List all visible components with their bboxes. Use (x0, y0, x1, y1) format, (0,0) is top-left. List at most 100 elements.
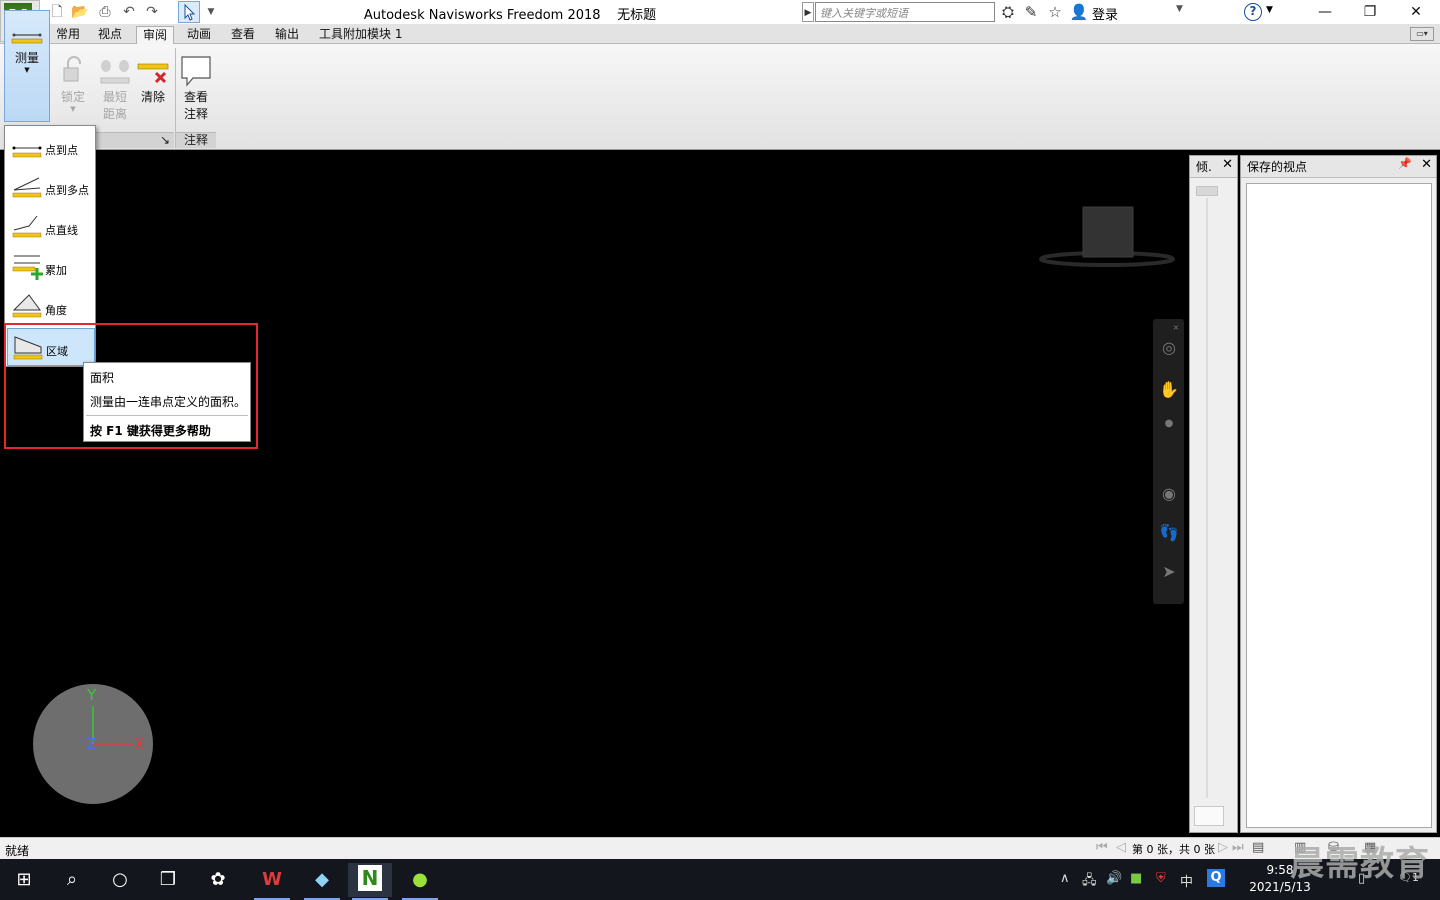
security-shield-icon[interactable]: ⛨ (1156, 871, 1166, 886)
tilt-slider-track[interactable] (1206, 198, 1208, 798)
viewpoints-list[interactable] (1246, 183, 1432, 828)
wps-office-icon[interactable]: W (250, 863, 294, 900)
undo-icon[interactable]: ↶ (120, 3, 138, 21)
walk-footprints-icon[interactable]: 👣 (1158, 522, 1180, 544)
lock-dropdown-icon: ▼ (70, 105, 76, 113)
new-file-icon[interactable]: 🗋 (48, 3, 66, 21)
print-icon[interactable]: ⎙ (96, 3, 114, 21)
menu-item-point-line[interactable]: 点直线 (7, 208, 95, 246)
orbit-icon[interactable]: ◉ (1158, 483, 1180, 505)
help-button[interactable]: ? (1244, 3, 1262, 21)
pan-hand-icon[interactable]: ✋ (1158, 379, 1180, 401)
next-sheet-icon[interactable]: ▷ (1218, 840, 1228, 855)
menu-item-accumulate[interactable]: 累加 (7, 248, 95, 286)
view-comments-button[interactable]: 查看 注释 (177, 54, 215, 122)
help-dropdown-icon[interactable]: ▼ (1266, 5, 1273, 15)
lock-button[interactable]: 锁定 ▼ (54, 54, 92, 113)
ribbon-tab-bar: 常用 视点 审阅 动画 查看 输出 工具附加模块 1 ▭▾ (0, 24, 1440, 44)
ribbon-minimize-icon[interactable]: ▭▾ (1410, 27, 1434, 41)
restore-icon[interactable]: ❐ (1347, 0, 1393, 24)
sheet-browser-icon[interactable]: ▤ (1252, 840, 1264, 855)
tilt-value-box[interactable] (1194, 806, 1224, 826)
3d-viewport[interactable] (3, 155, 1187, 833)
windows-start-icon[interactable]: ⊞ (2, 863, 46, 897)
last-sheet-icon[interactable]: ⏭ (1232, 840, 1244, 855)
redo-icon[interactable]: ↷ (143, 3, 161, 21)
clear-button[interactable]: 清除 (136, 54, 170, 105)
cortana-icon[interactable]: ○ (98, 863, 142, 897)
first-sheet-icon[interactable]: ⏮ (1096, 840, 1108, 855)
volume-icon[interactable]: 🔊 (1106, 871, 1122, 886)
favorites-star-icon[interactable]: ☆ (1045, 3, 1065, 21)
title-bar: 🗋 📂 ⎙ ↶ ↷ ▼ Autodesk Navisworks Freedom … (0, 0, 1440, 24)
nvidia-icon[interactable]: ■ (1130, 871, 1142, 886)
shortest-distance-icon (100, 60, 130, 84)
green-app-icon[interactable]: ● (398, 863, 442, 900)
watermark-text: 晨需教育 (1290, 844, 1430, 884)
menu-item-point-to-point[interactable]: 点到点 (7, 128, 95, 166)
navisworks-taskbar-icon[interactable]: N (348, 863, 392, 900)
ribbon-panel (0, 44, 1440, 150)
tilt-slider-thumb[interactable] (1196, 186, 1218, 196)
open-file-icon[interactable]: 📂 (71, 3, 89, 21)
viewcube-icon[interactable] (1039, 203, 1175, 273)
qq-browser-icon[interactable]: Q (1207, 869, 1225, 887)
sheet-count: 第 0 张，共 0 张 (1132, 843, 1215, 856)
taskbar-search-icon[interactable]: ⌕ (50, 863, 94, 897)
annotation-panel-label: 注释 (176, 132, 216, 148)
comment-bubble-icon (181, 56, 211, 87)
tab-viewpoint[interactable]: 视点 (92, 26, 128, 44)
tilt-pane-close-icon[interactable]: ✕ (1222, 157, 1233, 172)
communication-icon[interactable]: ✎ (1021, 3, 1041, 21)
point-to-point-label: 点到点 (45, 144, 78, 157)
tab-addins[interactable]: 工具附加模块 1 (313, 26, 408, 44)
login-dropdown-icon[interactable]: ▼ (1176, 4, 1183, 14)
lock-label: 锁定 (60, 90, 85, 104)
search-expand-icon[interactable]: ▶ (802, 2, 814, 22)
close-icon[interactable]: ✕ (1393, 0, 1439, 24)
pin-icon[interactable]: 📌 (1398, 157, 1412, 170)
pinwheel-app-icon[interactable]: ✿ (196, 863, 240, 897)
user-icon[interactable]: 👤 (1069, 3, 1089, 21)
tab-review[interactable]: 审阅 (136, 26, 175, 44)
tab-home[interactable]: 常用 (50, 26, 86, 44)
saved-viewpoints-pane: 保存的视点 📌 ✕ (1240, 155, 1437, 833)
explorer-app-icon[interactable]: ◆ (300, 863, 344, 900)
viewpoints-close-icon[interactable]: ✕ (1421, 157, 1432, 172)
ime-indicator[interactable]: 中 (1180, 871, 1193, 890)
measure-ruler-icon (11, 33, 43, 44)
show-hidden-icons[interactable]: ∧ (1060, 871, 1070, 886)
angle-icon (12, 294, 42, 318)
binoculars-icon[interactable]: ⛭ (998, 3, 1018, 21)
task-view-icon[interactable]: ❒ (146, 863, 190, 897)
window-title: Autodesk Navisworks Freedom 2018 无标题 (300, 4, 720, 23)
select-pointer-icon[interactable]: ➤ (1158, 561, 1180, 583)
minimize-icon[interactable]: — (1302, 0, 1348, 24)
prev-sheet-icon[interactable]: ◁ (1116, 840, 1126, 855)
measure-button[interactable]: 测量 ▼ (4, 10, 50, 122)
measure-panel-launcher-icon[interactable]: ↘ (96, 132, 174, 148)
menu-item-point-to-multiple[interactable]: 点到多点 (7, 168, 95, 206)
windows-taskbar: ⊞ ⌕ ○ ❒ ✿ W ◆ N ● ∧ 🖧 🔊 ■ ⛨ 中 Q 9:58 202… (0, 859, 1440, 900)
shortest-distance-button[interactable]: 最短 距离 (96, 54, 134, 122)
axis-gizmo: Y Z X (33, 684, 153, 804)
axis-z-label: Z (86, 735, 97, 753)
tab-view[interactable]: 查看 (225, 26, 261, 44)
tab-animation[interactable]: 动画 (181, 26, 217, 44)
status-text: 就绪 (5, 844, 30, 858)
network-icon[interactable]: 🖧 (1082, 871, 1097, 893)
steering-wheel-icon[interactable]: ◎ (1158, 337, 1180, 359)
select-cursor-icon[interactable] (178, 1, 200, 23)
search-input[interactable]: 键入关键字或短语 (815, 2, 995, 22)
menu-item-angle[interactable]: 角度 (7, 288, 95, 326)
measure-dropdown-icon: ▼ (24, 66, 30, 74)
quick-access-dropdown-icon[interactable]: ▼ (202, 3, 220, 21)
clear-measure-icon (137, 63, 169, 84)
navbar-close-icon[interactable]: × (1171, 317, 1181, 339)
login-button[interactable]: 登录 (1092, 4, 1118, 23)
axis-y-label: Y (87, 686, 97, 704)
tab-output[interactable]: 输出 (269, 26, 305, 44)
viewpoints-title-text: 保存的视点 (1247, 160, 1308, 174)
tilt-title-text: 倾. (1196, 160, 1212, 174)
zoom-dot-icon[interactable]: ● (1158, 413, 1180, 435)
